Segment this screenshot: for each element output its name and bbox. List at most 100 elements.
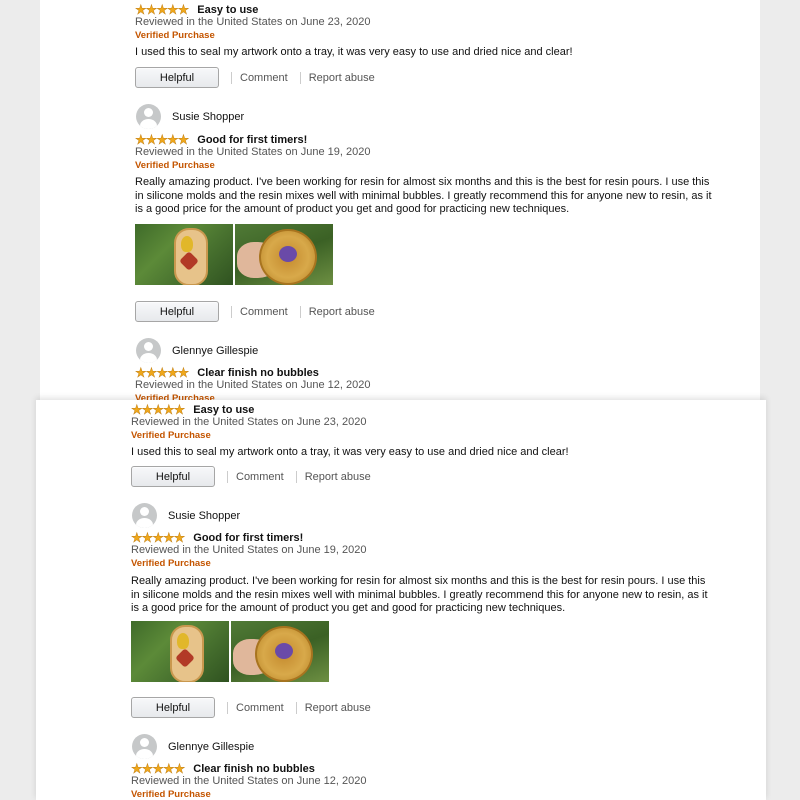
report-abuse-link[interactable]: Report abuse	[309, 72, 375, 84]
comment-link[interactable]: Comment	[240, 306, 288, 318]
review-photos	[135, 224, 333, 285]
reviewer-profile[interactable]: Susie Shopper	[132, 503, 240, 528]
comment-link[interactable]: Comment	[240, 72, 288, 84]
helpful-button[interactable]: Helpful	[131, 697, 215, 718]
star-icon: ★	[152, 530, 164, 545]
reviewer-name: Susie Shopper	[172, 110, 245, 123]
review-rating-line: ★ ★ ★ ★ ★ Good for first timers!	[131, 530, 304, 545]
star-icon: ★	[177, 365, 189, 380]
review-date: Reviewed in the United States on June 23…	[135, 16, 371, 28]
helpful-button[interactable]: Helpful	[131, 466, 215, 487]
star-icon: ★	[135, 365, 147, 380]
divider	[227, 470, 228, 483]
review-photo-tray[interactable]	[135, 224, 233, 285]
star-icon: ★	[141, 761, 153, 776]
divider	[227, 701, 228, 714]
review-body: Really amazing product. I've been workin…	[135, 176, 712, 215]
review-date: Reviewed in the United States on June 23…	[131, 416, 367, 428]
verified-purchase-badge: Verified Purchase	[135, 160, 215, 171]
review-title[interactable]: Clear finish no bubbles	[197, 367, 319, 379]
review-photos	[131, 621, 329, 682]
review-actions: Helpful Comment Report abuse	[131, 466, 371, 487]
star-rating[interactable]: ★ ★ ★ ★ ★	[131, 530, 186, 545]
report-abuse-link[interactable]: Report abuse	[305, 471, 371, 483]
report-abuse-link[interactable]: Report abuse	[305, 702, 371, 714]
review-actions: Helpful Comment Report abuse	[135, 301, 375, 322]
star-rating[interactable]: ★ ★ ★ ★ ★	[135, 132, 190, 147]
review-body: Really amazing product. I've been workin…	[131, 575, 708, 614]
star-icon: ★	[152, 402, 164, 417]
helpful-button[interactable]: Helpful	[135, 301, 219, 322]
review-rating-line: ★ ★ ★ ★ ★ Good for first timers!	[135, 132, 308, 147]
star-icon: ★	[177, 132, 189, 147]
review-photo-tray[interactable]	[131, 621, 229, 682]
star-icon: ★	[145, 132, 157, 147]
reviewer-name: Glennye Gillespie	[168, 740, 255, 753]
star-rating[interactable]: ★ ★ ★ ★ ★	[135, 365, 190, 380]
verified-purchase-badge: Verified Purchase	[131, 789, 211, 800]
star-icon: ★	[145, 2, 157, 17]
review-photo-coaster[interactable]	[235, 224, 333, 285]
review-title[interactable]: Good for first timers!	[193, 532, 303, 544]
review-title[interactable]: Easy to use	[193, 404, 254, 416]
reviewer-name: Glennye Gillespie	[172, 344, 259, 357]
review-actions: Helpful Comment Report abuse	[131, 697, 371, 718]
reviewer-profile[interactable]: Glennye Gillespie	[136, 338, 258, 363]
helpful-button[interactable]: Helpful	[135, 67, 219, 88]
divider	[231, 71, 232, 84]
star-icon: ★	[131, 402, 143, 417]
review-title[interactable]: Clear finish no bubbles	[193, 763, 315, 775]
review-rating-line: ★ ★ ★ ★ ★ Clear finish no bubbles	[135, 365, 319, 380]
verified-purchase-badge: Verified Purchase	[135, 393, 215, 400]
divider	[299, 305, 301, 318]
divider	[295, 701, 297, 714]
review-photo-coaster[interactable]	[231, 621, 329, 682]
star-icon: ★	[156, 365, 168, 380]
review-date: Reviewed in the United States on June 19…	[131, 544, 367, 556]
star-icon: ★	[166, 2, 179, 17]
star-icon: ★	[173, 761, 185, 776]
star-icon: ★	[173, 530, 185, 545]
reviewer-name: Susie Shopper	[168, 509, 241, 522]
review-rating-line: ★ ★ ★ ★ ★ Easy to use	[135, 2, 259, 17]
star-icon: ★	[156, 2, 168, 17]
report-abuse-link[interactable]: Report abuse	[309, 306, 375, 318]
review-title[interactable]: Good for first timers!	[197, 134, 307, 146]
review-actions: Helpful Comment Report abuse	[135, 67, 375, 88]
star-rating[interactable]: ★ ★ ★ ★ ★	[135, 2, 190, 17]
verified-purchase-badge: Verified Purchase	[131, 430, 211, 441]
star-icon: ★	[166, 132, 179, 147]
review-panel-top: ★ ★ ★ ★ ★ Easy to use Reviewed in the United…	[40, 0, 760, 400]
avatar-icon	[136, 104, 161, 129]
star-icon: ★	[152, 761, 164, 776]
review-date: Reviewed in the United States on June 19…	[135, 146, 371, 158]
star-icon: ★	[162, 402, 175, 417]
verified-purchase-badge: Verified Purchase	[135, 30, 215, 41]
star-icon: ★	[177, 2, 189, 17]
star-icon: ★	[145, 365, 157, 380]
comment-link[interactable]: Comment	[236, 471, 284, 483]
avatar-icon	[132, 503, 157, 528]
reviewer-profile[interactable]: Glennye Gillespie	[132, 734, 254, 759]
review-rating-line: ★ ★ ★ ★ ★ Easy to use	[131, 402, 255, 417]
star-icon: ★	[162, 530, 175, 545]
reviewer-profile[interactable]: Susie Shopper	[136, 104, 244, 129]
star-icon: ★	[141, 530, 153, 545]
star-icon: ★	[141, 402, 153, 417]
review-rating-line: ★ ★ ★ ★ ★ Clear finish no bubbles	[131, 761, 315, 776]
comment-link[interactable]: Comment	[236, 702, 284, 714]
star-icon: ★	[131, 761, 143, 776]
star-icon: ★	[131, 530, 143, 545]
review-panel-bottom: ★ ★ ★ ★ ★ Easy to use Reviewed in the United…	[36, 400, 766, 800]
star-rating[interactable]: ★ ★ ★ ★ ★	[131, 402, 186, 417]
divider	[299, 71, 301, 84]
avatar-icon	[136, 338, 161, 363]
star-icon: ★	[135, 132, 147, 147]
review-body: I used this to seal my artwork onto a tr…	[131, 446, 569, 458]
review-date: Reviewed in the United States on June 12…	[131, 775, 367, 787]
star-rating[interactable]: ★ ★ ★ ★ ★	[131, 761, 186, 776]
star-icon: ★	[162, 761, 175, 776]
review-title[interactable]: Easy to use	[197, 4, 258, 16]
star-icon: ★	[173, 402, 185, 417]
divider	[295, 470, 297, 483]
